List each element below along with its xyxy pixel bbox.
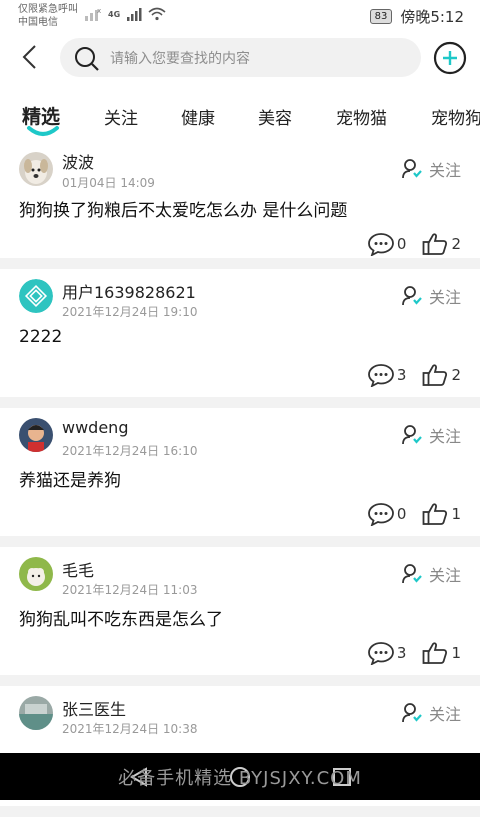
puppy-avatar-icon bbox=[19, 557, 53, 591]
avatar[interactable] bbox=[19, 418, 53, 452]
like-button[interactable]: 1 bbox=[422, 502, 461, 526]
avatar[interactable] bbox=[19, 696, 53, 730]
top-bar: 请输入您要查找的内容 bbox=[0, 32, 480, 86]
follow-button[interactable]: 关注 bbox=[401, 701, 461, 725]
carrier-name: 中国电信 bbox=[18, 17, 58, 28]
avatar[interactable] bbox=[19, 557, 53, 591]
watermark-text: 必备手机精选 BYJSJXY.COM bbox=[118, 768, 362, 789]
post-time: 2021年12月24日 10:38 bbox=[62, 722, 198, 736]
follow-user-icon bbox=[402, 286, 422, 306]
like-count: 1 bbox=[451, 505, 461, 523]
comment-icon bbox=[368, 642, 394, 665]
comment-button[interactable]: 3 bbox=[368, 641, 407, 665]
avatar[interactable] bbox=[19, 279, 53, 313]
post-time: 01月04日 14:09 bbox=[62, 176, 155, 190]
post-stats: 0 2 bbox=[368, 232, 461, 256]
dog-avatar-icon bbox=[19, 152, 53, 186]
comment-count: 3 bbox=[396, 644, 407, 662]
username[interactable]: 毛毛 bbox=[62, 557, 94, 581]
post-card[interactable]: 用户1639828621 2021年12月24日 19:10 关注 2222 3… bbox=[0, 269, 480, 397]
signal-icon: x bbox=[85, 7, 101, 21]
tab-pet-dog[interactable]: 宠物狗 bbox=[431, 104, 480, 129]
username[interactable]: wwdeng bbox=[62, 418, 128, 437]
search-placeholder: 请输入您要查找的内容 bbox=[110, 51, 250, 67]
username[interactable]: 波波 bbox=[62, 149, 94, 173]
follow-user-icon bbox=[402, 159, 422, 179]
follow-label: 关注 bbox=[428, 566, 461, 585]
svg-text:x: x bbox=[97, 7, 101, 15]
post-content[interactable]: 狗狗换了狗粮后不太爱吃怎么办 是什么问题 bbox=[19, 196, 347, 221]
thumbs-up-icon bbox=[423, 233, 448, 255]
post-time: 2021年12月24日 11:03 bbox=[62, 583, 198, 597]
like-count: 2 bbox=[451, 235, 461, 253]
teal-logo-avatar-icon bbox=[19, 279, 53, 313]
post-content[interactable]: 2222 bbox=[19, 327, 62, 347]
post-time: 2021年12月24日 19:10 bbox=[62, 305, 198, 319]
search-icon bbox=[75, 47, 99, 71]
like-count: 1 bbox=[451, 644, 461, 662]
like-button[interactable]: 2 bbox=[422, 232, 461, 256]
tab-health[interactable]: 健康 bbox=[181, 104, 215, 129]
comment-count: 3 bbox=[396, 366, 407, 384]
post-time: 2021年12月24日 16:10 bbox=[62, 444, 198, 458]
post-card[interactable]: 波波 01月04日 14:09 关注 狗狗换了狗粮后不太爱吃怎么办 是什么问题 … bbox=[0, 146, 480, 258]
follow-label: 关注 bbox=[428, 705, 461, 724]
tab-pet-cat[interactable]: 宠物猫 bbox=[336, 104, 387, 129]
post-card[interactable]: 毛毛 2021年12月24日 11:03 关注 狗狗乱叫不吃东西是怎么了 3 1 bbox=[0, 547, 480, 675]
post-card[interactable]: wwdeng 2021年12月24日 16:10 关注 养猫还是养狗 0 1 bbox=[0, 408, 480, 536]
status-bar: 仅限紧急呼叫 中国电信 x 4G 83 傍晚5:12 bbox=[0, 0, 480, 32]
comment-icon bbox=[368, 503, 394, 526]
network-type: 4G bbox=[108, 9, 121, 19]
search-input[interactable]: 请输入您要查找的内容 bbox=[60, 38, 421, 77]
follow-button[interactable]: 关注 bbox=[401, 423, 461, 447]
thumbs-up-icon bbox=[423, 364, 448, 386]
follow-button[interactable]: 关注 bbox=[401, 562, 461, 586]
post-stats: 0 1 bbox=[368, 502, 461, 526]
follow-button[interactable]: 关注 bbox=[401, 284, 461, 308]
follow-label: 关注 bbox=[428, 161, 461, 180]
signal-icons: x 4G bbox=[84, 7, 166, 21]
follow-label: 关注 bbox=[428, 288, 461, 307]
comment-icon bbox=[368, 364, 394, 387]
follow-user-icon bbox=[402, 564, 422, 584]
tab-follow[interactable]: 关注 bbox=[104, 104, 138, 129]
comment-icon bbox=[368, 233, 394, 256]
add-post-icon[interactable] bbox=[433, 41, 467, 75]
comment-button[interactable]: 3 bbox=[368, 363, 407, 387]
clinic-avatar-icon bbox=[19, 696, 53, 730]
like-count: 2 bbox=[451, 366, 461, 384]
comment-count: 0 bbox=[396, 505, 407, 523]
category-tabs: 精选 关注 健康 美容 宠物猫 宠物狗 bbox=[0, 86, 480, 146]
battery-icon: 83 bbox=[369, 9, 393, 24]
like-button[interactable]: 1 bbox=[422, 641, 461, 665]
tab-beauty[interactable]: 美容 bbox=[258, 104, 292, 129]
post-feed: 波波 01月04日 14:09 关注 狗狗换了狗粮后不太爱吃怎么办 是什么问题 … bbox=[0, 146, 480, 817]
signal-strength-icon bbox=[127, 8, 142, 21]
thumbs-up-icon bbox=[423, 642, 448, 664]
wifi-icon bbox=[148, 7, 166, 21]
status-left: 仅限紧急呼叫 中国电信 bbox=[18, 3, 78, 29]
comment-count: 0 bbox=[396, 235, 407, 253]
active-tab-indicator bbox=[27, 126, 59, 136]
back-icon[interactable] bbox=[16, 42, 46, 72]
follow-user-icon bbox=[402, 425, 422, 445]
username[interactable]: 张三医生 bbox=[62, 696, 126, 720]
avatar[interactable] bbox=[19, 152, 53, 186]
thumbs-up-icon bbox=[423, 503, 448, 525]
child-avatar-icon bbox=[19, 418, 53, 452]
emergency-text: 仅限紧急呼叫 bbox=[18, 4, 78, 15]
post-stats: 3 2 bbox=[368, 363, 461, 387]
follow-label: 关注 bbox=[428, 427, 461, 446]
like-button[interactable]: 2 bbox=[422, 363, 461, 387]
username[interactable]: 用户1639828621 bbox=[62, 279, 196, 303]
status-right: 83 傍晚5:12 bbox=[369, 6, 464, 27]
post-stats: 3 1 bbox=[368, 641, 461, 665]
post-content[interactable]: 狗狗乱叫不吃东西是怎么了 bbox=[19, 605, 223, 630]
follow-user-icon bbox=[402, 703, 422, 723]
comment-button[interactable]: 0 bbox=[368, 232, 407, 256]
post-content[interactable]: 养猫还是养狗 bbox=[19, 466, 121, 491]
clock: 傍晚5:12 bbox=[400, 8, 464, 26]
follow-button[interactable]: 关注 bbox=[401, 157, 461, 181]
comment-button[interactable]: 0 bbox=[368, 502, 407, 526]
